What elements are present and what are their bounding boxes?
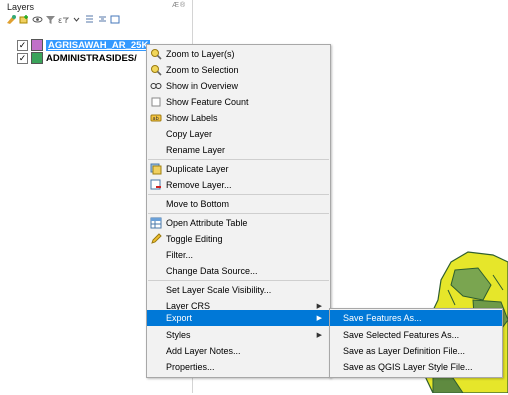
submenu-item-save-qgis-style[interactable]: Save as QGIS Layer Style File...	[330, 359, 502, 375]
layer-symbol-swatch	[31, 52, 43, 64]
submenu-arrow-icon: ▶	[316, 332, 322, 339]
labels-icon: ab	[150, 112, 162, 124]
menu-separator	[148, 159, 329, 160]
menu-item-label: Toggle Editing	[166, 234, 223, 244]
layer-name: AGRISAWAH_AR_25K	[46, 39, 151, 51]
menu-item-rename-layer[interactable]: Rename Layer	[147, 142, 330, 158]
menu-item-label: Remove Layer...	[166, 180, 232, 190]
pencil-icon	[150, 233, 162, 245]
menu-item-label: Copy Layer	[166, 129, 213, 139]
menu-item-label: Show Feature Count	[166, 97, 249, 107]
submenu-arrow-icon: ▶	[316, 303, 322, 310]
menu-item-label: Zoom to Selection	[166, 65, 239, 75]
menu-item-label: Properties...	[166, 362, 215, 372]
chevron-down-icon[interactable]	[71, 14, 82, 25]
menu-item-label: Move to Bottom	[166, 199, 230, 209]
menu-item-duplicate-layer[interactable]: Duplicate Layer	[147, 161, 330, 177]
menu-separator	[148, 280, 329, 281]
filter-legend-icon[interactable]	[45, 14, 56, 25]
menu-item-label: Styles	[166, 330, 191, 340]
attribute-table-icon	[150, 217, 162, 229]
menu-item-remove-layer[interactable]: Remove Layer...	[147, 177, 330, 193]
submenu-arrow-icon: ▶	[316, 315, 322, 322]
menu-item-filter[interactable]: Filter...	[147, 247, 330, 263]
export-submenu: Save Features As... Save Selected Featur…	[329, 308, 503, 378]
menu-item-styles[interactable]: Styles ▶	[147, 327, 330, 343]
menu-item-copy-layer[interactable]: Copy Layer	[147, 126, 330, 142]
remove-layer-icon[interactable]	[110, 14, 121, 25]
menu-item-zoom-to-selection[interactable]: Zoom to Selection	[147, 62, 330, 78]
svg-text:ε: ε	[58, 16, 62, 25]
menu-item-label: Open Attribute Table	[166, 218, 248, 228]
menu-item-move-to-bottom[interactable]: Move to Bottom	[147, 196, 330, 212]
add-group-icon[interactable]	[19, 14, 30, 25]
menu-item-label: Rename Layer	[166, 145, 226, 155]
panel-float-close-controls[interactable]: Æ®	[172, 2, 186, 9]
manage-visibility-icon[interactable]	[32, 14, 43, 25]
menu-item-label: Save Features As...	[343, 313, 422, 323]
menu-item-set-scale-visibility[interactable]: Set Layer Scale Visibility...	[147, 282, 330, 298]
submenu-item-save-layer-definition[interactable]: Save as Layer Definition File...	[330, 343, 502, 359]
menu-item-show-feature-count[interactable]: Show Feature Count	[147, 94, 330, 110]
menu-separator	[148, 194, 329, 195]
menu-item-change-data-source[interactable]: Change Data Source...	[147, 263, 330, 279]
menu-separator	[148, 213, 329, 214]
layer-context-menu: Zoom to Layer(s) Zoom to Selection Show …	[146, 44, 331, 378]
panel-title: Layers	[7, 2, 35, 12]
menu-item-label: Filter...	[166, 250, 194, 260]
overview-icon	[150, 80, 162, 92]
menu-item-export[interactable]: Export ▶	[147, 310, 330, 326]
menu-item-label: Save Selected Features As...	[343, 330, 460, 340]
remove-layer-icon	[150, 179, 162, 191]
menu-item-label: Set Layer Scale Visibility...	[166, 285, 272, 295]
menu-item-properties[interactable]: Properties...	[147, 359, 330, 375]
menu-item-show-labels[interactable]: ab Show Labels	[147, 110, 330, 126]
submenu-item-save-selected-features-as[interactable]: Save Selected Features As...	[330, 327, 502, 343]
layer-name: ADMINISTRASIDES/	[46, 52, 137, 64]
menu-item-zoom-to-layer[interactable]: Zoom to Layer(s)	[147, 46, 330, 62]
menu-item-show-in-overview[interactable]: Show in Overview	[147, 78, 330, 94]
menu-item-toggle-editing[interactable]: Toggle Editing	[147, 231, 330, 247]
menu-item-label: Add Layer Notes...	[166, 346, 241, 356]
zoom-selection-icon	[150, 64, 162, 76]
zoom-layer-icon	[150, 48, 162, 60]
menu-item-label: Export	[166, 313, 193, 323]
menu-item-label: Zoom to Layer(s)	[166, 49, 235, 59]
layer-item-administrasidesa[interactable]: ✓ ADMINISTRASIDES/	[17, 52, 137, 64]
menu-item-label: Show Labels	[166, 113, 218, 123]
layers-toolbar: ε	[6, 14, 121, 28]
layer-visibility-checkbox[interactable]: ✓	[17, 52, 28, 64]
submenu-item-save-features-as[interactable]: Save Features As...	[330, 310, 502, 326]
style-manager-icon[interactable]	[6, 14, 17, 25]
menu-item-open-attribute-table[interactable]: Open Attribute Table	[147, 215, 330, 231]
layer-item-agrisawah[interactable]: ✓ AGRISAWAH_AR_25K	[17, 39, 151, 51]
menu-item-label: Save as QGIS Layer Style File...	[343, 362, 473, 372]
menu-item-label: Duplicate Layer	[166, 164, 229, 174]
expand-all-icon[interactable]	[84, 14, 95, 25]
filter-expression-icon[interactable]: ε	[58, 14, 70, 25]
checkbox-icon	[150, 96, 162, 108]
svg-text:ab: ab	[153, 116, 159, 122]
layer-visibility-checkbox[interactable]: ✓	[17, 39, 28, 51]
menu-item-label: Change Data Source...	[166, 266, 258, 276]
collapse-all-icon[interactable]	[97, 14, 108, 25]
duplicate-layer-icon	[150, 163, 162, 175]
layer-symbol-swatch	[31, 39, 43, 51]
menu-item-label: Show in Overview	[166, 81, 239, 91]
menu-item-add-layer-notes[interactable]: Add Layer Notes...	[147, 343, 330, 359]
menu-item-label: Save as Layer Definition File...	[343, 346, 466, 356]
